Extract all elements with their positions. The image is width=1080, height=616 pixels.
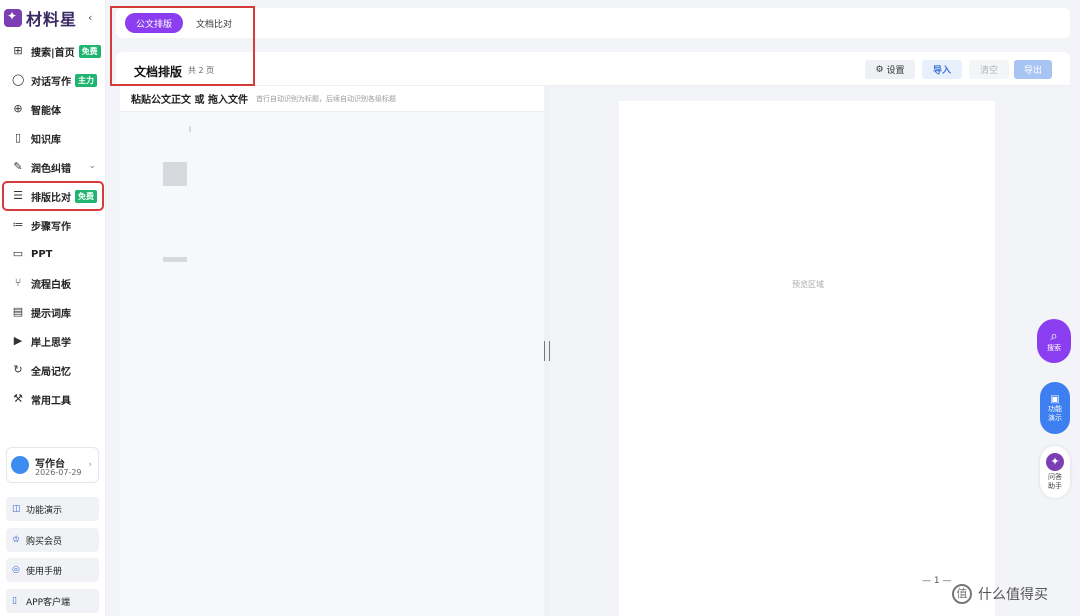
sidebar-item-label: 润色纠错 [31,163,71,175]
sidebar-item-label: 智能体 [31,105,61,117]
chat-icon: ◯ [12,73,25,86]
avatar [11,456,29,474]
buy-membership-button[interactable]: ♔ 购买会员 [6,528,99,552]
sidebar-item-label: 对话写作 [31,76,71,88]
app-client-button[interactable]: ▯ APP客户端 [6,589,99,613]
sidebar-item-memory[interactable]: ↻ 全局记忆 [4,357,102,383]
editor-header: 粘贴公文正文 或 拖入文件 首行自动识别为标题，后续自动识别各级标题 [120,86,544,112]
settings-label: 设置 [886,66,905,76]
gear-icon: ⚙ [875,64,884,75]
main-badge: 主力 [75,73,97,87]
sidebar-item-tools[interactable]: ⚒ 常用工具 [4,386,102,412]
sidebar-item-label: 全局记忆 [31,366,71,378]
video-icon: ▣ [1050,393,1060,405]
search-icon: ⌕ [1050,329,1058,344]
ppt-icon: ▭ [12,247,24,260]
sidebar-item-ppt[interactable]: ▭ PPT [4,241,102,267]
wrench-icon: ⚒ [13,392,23,405]
app-logo[interactable]: 材料星 [4,8,78,29]
button-label: 购买会员 [26,536,63,547]
settings-button[interactable]: ⚙ 设置 [865,60,915,79]
grid-icon: ⊞ [13,44,23,57]
sidebar-nav: ⊞ 搜索|首页 免费 ◯ 对话写作 主力 ⊕ 智能体 ▯ 知识库 ✎ 润色纠错 … [2,38,104,415]
sidebar-item-label: 步骤写作 [31,221,71,233]
star-icon: ✦ [1046,453,1064,471]
sidebar-item-layout-compare[interactable]: ☰ 排版比对 免费 [2,181,104,211]
text-editor-panel[interactable]: 粘贴公文正文 或 拖入文件 首行自动识别为标题，后续自动识别各级标题 [120,86,545,616]
fab-label: 功能演示 [1048,404,1062,422]
sidebar-item-label: 常用工具 [31,395,71,407]
panel-header: 文档排版 共 2 页 ⚙ 设置 导入 清空 导出 [116,52,1070,86]
doc-icon: ▤ [12,305,24,318]
sidebar: 材料星 ‹ ⊞ 搜索|首页 免费 ◯ 对话写作 主力 ⊕ 智能体 ▯ 知识库 ✎… [0,0,106,616]
search-fab[interactable]: ⌕ 搜索 [1037,319,1071,363]
fab-label: 搜索 [1047,344,1061,352]
clear-button[interactable]: 清空 [969,60,1009,79]
free-badge: 免费 [75,189,97,203]
watermark: 值 什么值得买 [952,584,1048,604]
watermark-icon: 值 [952,584,972,604]
pen-icon: ✎ [13,160,23,173]
qa-assistant-fab[interactable]: ✦ 问答助手 [1040,446,1070,498]
logo-star-icon [4,9,22,27]
button-label: APP客户端 [26,597,71,608]
menu-icon: ☰ [13,189,23,202]
button-label: 功能演示 [26,505,63,516]
sidebar-item-label: 提示词库 [31,308,71,320]
watermark-text: 什么值得买 [978,587,1048,603]
sidebar-item-label: 岸上思学 [31,337,71,349]
editor-title: 粘贴公文正文 或 拖入文件 [131,95,248,106]
mode-tabs: 公文排版 文档比对 [116,8,1070,38]
sidebar-item-knowledge[interactable]: ▯ 知识库 [4,125,102,151]
collapse-sidebar-icon[interactable]: ‹ [88,11,92,24]
crown-icon: ♔ [12,535,21,545]
sidebar-item-study[interactable]: ▶ 岸上思学 [4,328,102,354]
editor-hint: 首行自动识别为标题，后续自动识别各级标题 [255,94,396,103]
workspace-card[interactable]: 写作台 2026-07-29 › [6,447,99,483]
sidebar-item-agent[interactable]: ⊕ 智能体 [4,96,102,122]
placeholder-mark [189,126,191,132]
feature-demo-button[interactable]: ◫ 功能演示 [6,497,99,521]
workspace-date: 2026-07-29 [35,468,82,477]
flow-icon: ⑂ [14,276,22,289]
page-number: — 1 — [922,576,952,586]
sidebar-item-prompts[interactable]: ▤ 提示词库 [4,299,102,325]
sidebar-item-label: 流程白板 [31,279,71,291]
import-button[interactable]: 导入 [922,60,962,79]
brand-name: 材料星 [26,10,78,29]
user-manual-button[interactable]: ◎ 使用手册 [6,558,99,582]
placeholder-line [163,257,187,262]
sidebar-item-search-home[interactable]: ⊞ 搜索|首页 免费 [4,38,102,64]
free-badge: 免费 [78,44,101,58]
sidebar-item-step-writing[interactable]: ≔ 步骤写作 [4,212,102,238]
sidebar-item-chat-writing[interactable]: ◯ 对话写作 主力 [4,67,102,93]
book-open-icon: ◫ [12,504,21,514]
sidebar-item-label: PPT [31,248,53,260]
sidebar-item-polish[interactable]: ✎ 润色纠错 ⌄ [4,154,102,180]
preview-page [619,101,995,616]
placeholder-block [163,162,187,186]
compass-icon: ◎ [12,565,20,575]
play-icon: ▶ [13,334,23,347]
fab-label: 问答助手 [1048,473,1062,490]
demo-fab[interactable]: ▣ 功能演示 [1040,382,1070,434]
book-icon: ▯ [14,131,22,144]
button-label: 使用手册 [26,566,63,577]
memory-icon: ↻ [13,363,23,376]
phone-icon: ▯ [12,596,17,606]
chevron-right-icon: › [88,460,92,470]
sidebar-item-label: 搜索|首页 [31,47,75,59]
sidebar-item-flow[interactable]: ⑂ 流程白板 [4,270,102,296]
export-button[interactable]: 导出 [1014,60,1052,79]
sidebar-item-label: 排版比对 [31,192,71,204]
agent-icon: ⊕ [13,102,23,115]
list-icon: ≔ [12,218,24,231]
highlight-box [110,6,255,86]
sidebar-item-label: 知识库 [31,134,61,146]
chevron-down-icon: ⌄ [88,161,96,171]
preview-placeholder: 预览区域 [792,280,824,289]
